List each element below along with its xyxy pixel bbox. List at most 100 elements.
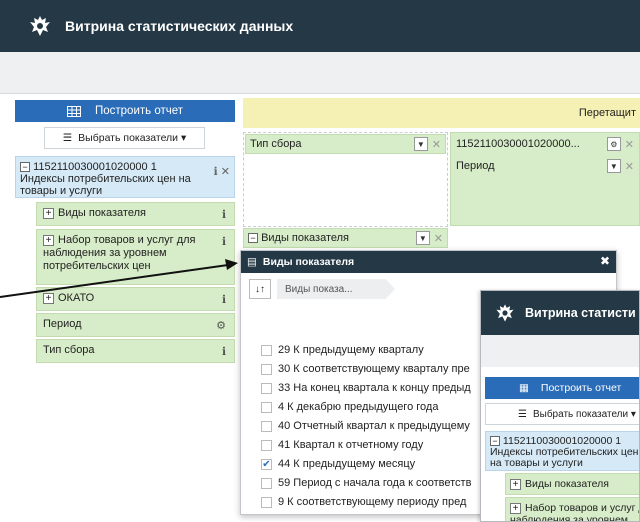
popup-title: Виды показателя xyxy=(262,256,355,268)
info-icon[interactable]: ℹ xyxy=(222,236,226,249)
checkbox[interactable] xyxy=(261,420,272,432)
option-item[interactable]: 29 К предыдущему кварталу xyxy=(261,344,424,356)
gear-icon[interactable]: ⚙ xyxy=(606,137,621,151)
menu-icon: ☰ xyxy=(62,132,73,144)
collapse-icon[interactable]: − xyxy=(248,233,258,244)
build-report-button[interactable]: Построить отчет xyxy=(15,100,235,122)
select-indicators-label: Выбрать показатели ▾ xyxy=(78,132,187,144)
breadcrumb[interactable]: Виды показа... xyxy=(277,279,395,299)
option-item[interactable]: 9 К соответствующему периоду пред xyxy=(261,496,466,508)
indicator-code: 1152110030001020000 1 xyxy=(33,161,157,173)
expand-icon[interactable]: + xyxy=(510,502,521,514)
thumb-toolbar-strip xyxy=(481,335,639,367)
dimension-label: Виды показателя xyxy=(58,207,146,219)
option-item[interactable]: 33 На конец квартала к концу предыд xyxy=(261,382,471,394)
dimension-item[interactable]: Период ⚙ xyxy=(36,313,235,337)
option-item[interactable]: 4 К декабрю предыдущего года xyxy=(261,401,438,413)
option-label: 9 К соответствующему периоду пред xyxy=(278,496,467,508)
option-item[interactable]: 41 Квартал к отчетному году xyxy=(261,439,423,451)
thumb-indicator-header[interactable]: − 1152110030001020000 1 Индексы потребит… xyxy=(485,431,639,471)
checkbox[interactable] xyxy=(261,363,272,375)
dimension-label: Период xyxy=(43,318,82,330)
indicator-name: Индексы потребительских цен на товары и … xyxy=(20,173,191,197)
close-icon[interactable]: ✖ xyxy=(600,254,610,268)
dimension-item[interactable]: + Виды показателя ℹ xyxy=(36,202,235,226)
dimension-label: ОКАТО xyxy=(58,292,95,304)
info-icon[interactable]: ℹ xyxy=(222,294,226,307)
close-icon[interactable]: ✕ xyxy=(432,138,441,151)
thumb-indicator-name: Индексы потребительских цен на товары и … xyxy=(490,446,639,469)
list-icon: ▤ xyxy=(247,256,257,268)
dimension-item[interactable]: + ОКАТО ℹ xyxy=(36,287,235,311)
checkbox[interactable] xyxy=(261,344,272,356)
close-icon[interactable]: ✕ xyxy=(625,138,634,151)
right-code-chip[interactable]: 1152110030001020000... ⚙ ✕ xyxy=(452,134,638,154)
checkbox[interactable] xyxy=(261,401,272,413)
close-icon[interactable]: ✕ xyxy=(221,166,230,178)
sort-icon[interactable]: ↓↑ xyxy=(249,279,271,299)
info-icon[interactable]: ℹ xyxy=(214,166,218,178)
close-icon[interactable]: ✕ xyxy=(625,160,634,173)
option-label: 40 Отчетный квартал к предыдущему xyxy=(278,420,470,432)
option-label: 30 К соответствующему кварталу пре xyxy=(278,363,470,375)
row-field-label: Виды показателя xyxy=(261,232,350,244)
row-field-chip[interactable]: − Виды показателя ▼ ✕ xyxy=(243,228,448,248)
option-item[interactable]: 40 Отчетный квартал к предыдущему xyxy=(261,420,470,432)
thumb-select-indicators-button[interactable]: ☰ Выбрать показатели ▾ xyxy=(485,403,639,425)
table-icon xyxy=(66,105,81,117)
thumb-build-report-label: Построить отчет xyxy=(540,382,622,394)
info-icon[interactable]: ℹ xyxy=(222,346,226,359)
filter-icon[interactable]: ▼ xyxy=(606,159,621,173)
thumb-dimension-label: Набор товаров и услуг д наблюдения за ур… xyxy=(510,502,640,522)
eagle-emblem-icon xyxy=(30,16,50,36)
dimension-label: Тип сбора xyxy=(43,344,95,356)
option-label: 4 К декабрю предыдущего года xyxy=(278,401,439,413)
checkbox[interactable] xyxy=(261,477,272,489)
thumb-select-indicators-label: Выбрать показатели ▾ xyxy=(532,408,636,420)
expand-icon[interactable]: + xyxy=(43,207,54,219)
thumb-header: Витрина статисти xyxy=(481,291,639,335)
thumb-dimension-label: Виды показателя xyxy=(525,478,609,490)
thumb-dimension-item[interactable]: + Виды показателя xyxy=(505,473,639,495)
option-item[interactable]: 59 Период с начала года к соответств xyxy=(261,477,471,489)
thumb-build-report-button[interactable]: ▦ Построить отчет xyxy=(485,377,639,399)
build-report-label: Построить отчет xyxy=(94,105,184,117)
dimension-item[interactable]: Тип сбора ℹ xyxy=(36,339,235,363)
expand-icon[interactable]: + xyxy=(510,478,521,490)
app-title: Витрина статистических данных xyxy=(65,18,294,34)
gear-icon[interactable]: ⚙ xyxy=(216,320,226,333)
drop-hint: Перетащит xyxy=(578,107,636,119)
close-icon[interactable]: ✕ xyxy=(434,232,443,245)
expand-icon[interactable]: + xyxy=(43,292,54,304)
right-field-label: Период xyxy=(456,160,495,172)
thumb-dimension-item[interactable]: + Набор товаров и услуг д наблюдения за у… xyxy=(505,497,640,522)
collapse-icon[interactable]: − xyxy=(490,436,500,447)
filter-icon[interactable]: ▼ xyxy=(415,231,430,245)
option-item[interactable]: 30 К соответствующему кварталу пре xyxy=(261,363,470,375)
thumb-title: Витрина статисти xyxy=(525,306,636,320)
filter-icon[interactable]: ▼ xyxy=(413,137,428,151)
popup-header: ▤ Виды показателя ✖ xyxy=(241,251,616,273)
col-field-chip[interactable]: Тип сбора ▼ ✕ xyxy=(245,134,446,154)
checkbox-checked[interactable]: ✔ xyxy=(261,458,272,470)
collapse-icon[interactable]: − xyxy=(20,162,30,173)
option-label: 33 На конец квартала к концу предыд xyxy=(278,382,471,394)
overlay-screenshot: Витрина статисти ▦ Построить отчет ☰ Выб… xyxy=(480,290,640,522)
dimension-label: Набор товаров и услуг для наблюдения за … xyxy=(43,234,196,272)
info-icon[interactable]: ℹ xyxy=(222,209,226,222)
option-item[interactable]: ✔ 44 К предыдущему месяцу xyxy=(261,458,415,470)
indicator-header[interactable]: − 1152110030001020000 1 Индексы потребит… xyxy=(15,156,235,198)
eagle-emblem-icon xyxy=(496,304,514,322)
drop-zone-banner: Перетащит xyxy=(243,98,640,128)
expand-icon[interactable]: + xyxy=(43,234,54,246)
checkbox[interactable] xyxy=(261,382,272,394)
dimension-item[interactable]: + Набор товаров и услуг для наблюдения за… xyxy=(36,229,235,285)
checkbox[interactable] xyxy=(261,439,272,451)
menu-icon: ☰ xyxy=(518,408,527,420)
option-label: 59 Период с начала года к соответств xyxy=(278,477,472,489)
right-field-chip[interactable]: Период ▼ ✕ xyxy=(452,156,638,176)
checkbox[interactable] xyxy=(261,496,272,508)
option-label: 29 К предыдущему кварталу xyxy=(278,344,424,356)
select-indicators-button[interactable]: ☰ Выбрать показатели ▾ xyxy=(44,127,205,149)
table-icon: ▦ xyxy=(519,382,529,394)
